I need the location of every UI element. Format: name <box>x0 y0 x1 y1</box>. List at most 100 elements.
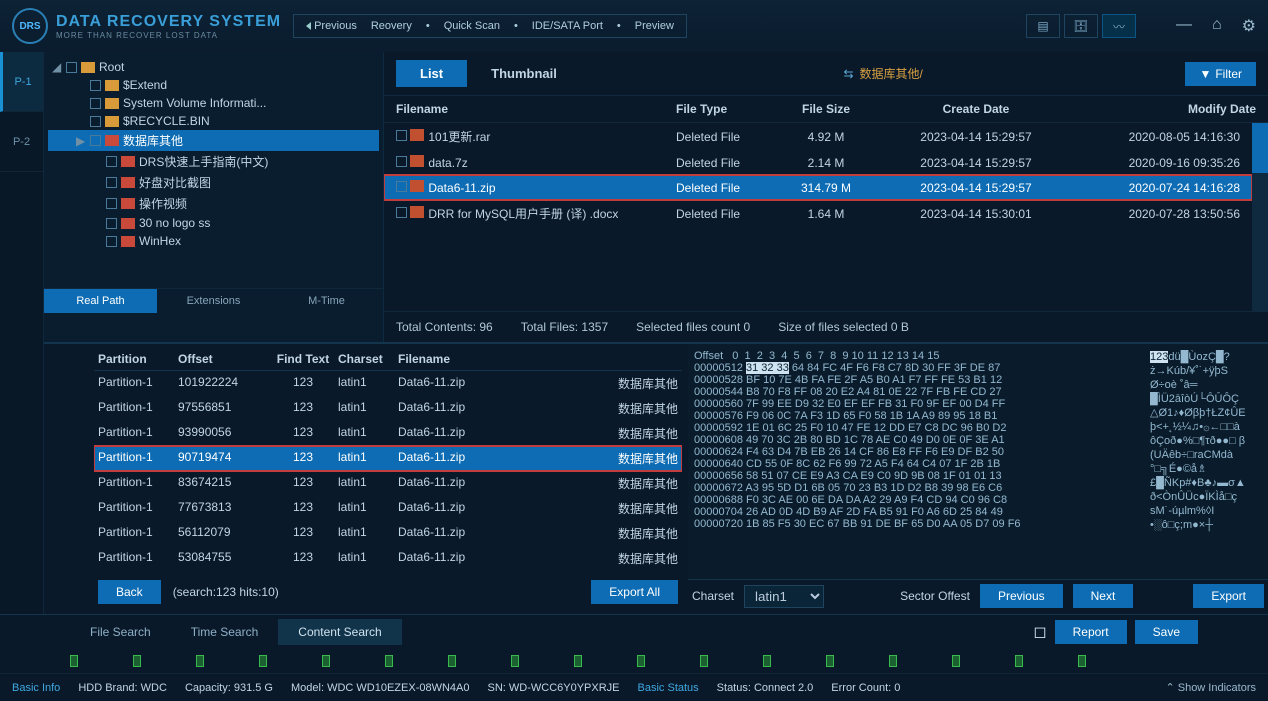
hex-ascii-row: █ÌÜ2āîòÚ└ÔŪÔÇ <box>1150 392 1260 406</box>
hex-ascii-row: ż→Kúb/¥˚˙+ÿþS <box>1150 364 1260 378</box>
view-list-tab[interactable]: List <box>396 60 467 87</box>
hex-ascii-row: 123dü█ÙozÇ█? <box>1150 350 1260 364</box>
filter-button[interactable]: ▼Filter <box>1185 62 1256 86</box>
hex-ascii-row: £█ÑKp#♦B♣♪▬σ▲ <box>1150 476 1260 490</box>
search-row[interactable]: Partition-197556851123latin1Data6-11.zip… <box>94 396 682 421</box>
status-sn: SN: WD-WCC6Y0YPXRJE <box>488 682 620 694</box>
file-row[interactable]: data.7zDeleted File2.14 M2023-04-14 15:2… <box>384 150 1252 175</box>
hex-export-button[interactable]: Export <box>1193 584 1264 608</box>
breadcrumb-icon: ⇆ <box>843 67 853 81</box>
export-all-button[interactable]: Export All <box>591 580 678 604</box>
status-basic-info[interactable]: Basic Info <box>12 682 60 694</box>
search-row[interactable]: Partition-183674215123latin1Data6-11.zip… <box>94 471 682 496</box>
scol-offset[interactable]: Offset <box>178 352 268 366</box>
hex-ascii-row: sM˙-úµlm%◊I <box>1150 504 1260 518</box>
scol-find-text[interactable]: Find Text <box>268 352 338 366</box>
col-filesize[interactable]: File Size <box>776 102 876 116</box>
search-row[interactable]: Partition-190719474123latin1Data6-11.zip… <box>94 446 682 471</box>
file-row[interactable]: 101更新.rarDeleted File4.92 M2023-04-14 15… <box>384 123 1252 150</box>
file-row[interactable]: DRR for MySQL用户手册 (译) .docxDeleted File1… <box>384 200 1252 223</box>
tree-item[interactable]: System Volume Informati... <box>48 94 379 112</box>
charset-label: Charset <box>692 589 734 603</box>
toolbar-card-icon[interactable]: ▤ <box>1026 14 1060 38</box>
tree-tab-extensions[interactable]: Extensions <box>157 289 270 313</box>
tree-tab-mtime[interactable]: M-Time <box>270 289 383 313</box>
logo-badge-icon: DRS <box>12 8 48 44</box>
scol-charset[interactable]: Charset <box>338 352 398 366</box>
status-connect: Status: Connect 2.0 <box>717 682 814 694</box>
tree-item[interactable]: $RECYCLE.BIN <box>48 112 379 130</box>
charset-select[interactable]: latin1 <box>744 585 824 608</box>
stat-selected-count: Selected files count 0 <box>636 320 750 334</box>
save-button[interactable]: Save <box>1135 620 1198 644</box>
search-row[interactable]: Partition-1101922224123latin1Data6-11.zi… <box>94 371 682 396</box>
view-thumb-tab[interactable]: Thumbnail <box>467 60 581 87</box>
search-row[interactable]: Partition-153084755123latin1Data6-11.zip… <box>94 546 682 571</box>
search-row[interactable]: Partition-193990056123latin1Data6-11.zip… <box>94 421 682 446</box>
report-button[interactable]: Report <box>1055 620 1127 644</box>
hex-prev-button[interactable]: Previous <box>980 584 1063 608</box>
col-filetype[interactable]: File Type <box>676 102 776 116</box>
tree-item[interactable]: 30 no logo ss <box>48 214 379 232</box>
indicator-bar <box>0 649 1268 673</box>
side-tab-p2[interactable]: P-2 <box>0 112 43 172</box>
app-title: DATA RECOVERY SYSTEM <box>56 13 281 31</box>
hex-ascii-row: ôÇoð●%□¶τð●●□ β <box>1150 434 1260 448</box>
nav-ide-sata[interactable]: IDE/SATA Port <box>526 18 609 34</box>
back-button[interactable]: Back <box>98 580 161 604</box>
col-modify-date[interactable]: Modify Date <box>1076 102 1256 116</box>
inbox-icon[interactable]: ◻ <box>1033 622 1046 642</box>
nav-preview[interactable]: Preview <box>629 18 680 34</box>
hex-ascii-row: •░ô□ç;m●×┼ <box>1150 518 1260 532</box>
footer-tab-content-search[interactable]: Content Search <box>278 619 401 645</box>
col-create-date[interactable]: Create Date <box>876 102 1076 116</box>
show-indicators[interactable]: ⌃ Show Indicators <box>1165 681 1256 694</box>
status-hdd-brand: HDD Brand: WDC <box>78 682 167 694</box>
scol-filename[interactable]: Filename <box>398 352 538 366</box>
status-basic-status[interactable]: Basic Status <box>638 682 699 694</box>
status-model: Model: WDC WD10EZEX-08WN4A0 <box>291 682 470 694</box>
app-logo: DRS DATA RECOVERY SYSTEM MORE THAN RECOV… <box>12 8 281 44</box>
tree-root[interactable]: ◢Root <box>48 58 379 76</box>
breadcrumb: 数据库其他/ <box>860 67 923 81</box>
nav-recovery[interactable]: Reovery <box>365 18 418 34</box>
tree-item[interactable]: 操作视频 <box>48 193 379 214</box>
col-filename[interactable]: Filename <box>396 102 676 116</box>
file-scrollbar[interactable] <box>1252 123 1268 311</box>
search-row[interactable]: Partition-156112079123latin1Data6-11.zip… <box>94 521 682 546</box>
tree-tab-real-path[interactable]: Real Path <box>44 289 157 313</box>
filter-icon: ▼ <box>1199 67 1211 81</box>
tree-item[interactable]: DRS快速上手指南(中文) <box>48 151 379 172</box>
hex-next-button[interactable]: Next <box>1073 584 1134 608</box>
footer-tab-time-search[interactable]: Time Search <box>171 619 279 645</box>
sector-offset-label: Sector Offest <box>900 589 970 603</box>
hex-viewer: Offset 0 1 2 3 4 5 6 7 8 9 10 11 12 13 1… <box>688 344 1268 579</box>
minimize-button[interactable]: — <box>1176 16 1192 36</box>
nav-previous[interactable]: Previous <box>300 18 363 34</box>
home-button[interactable]: ⌂ <box>1212 16 1222 36</box>
toolbar-wave-icon[interactable]: 〰 <box>1102 14 1136 38</box>
side-tab-p1[interactable]: P-1 <box>0 52 43 112</box>
hex-ascii-row: °□╗É●©å♗ <box>1150 462 1260 476</box>
nav-quick-scan[interactable]: Quick Scan <box>438 18 506 34</box>
hex-ascii-row: Ø÷oè ˚â═ <box>1150 378 1260 392</box>
file-tree: ◢Root $ExtendSystem Volume Informati...$… <box>44 52 383 288</box>
settings-button[interactable]: ⚙ <box>1242 16 1256 36</box>
tree-item[interactable]: ▶数据库其他 <box>48 130 379 151</box>
nav-bar: Previous Reovery• Quick Scan• IDE/SATA P… <box>293 14 687 38</box>
stat-selected-size: Size of files selected 0 B <box>778 320 909 334</box>
tree-item[interactable]: WinHex <box>48 232 379 250</box>
footer-tab-file-search[interactable]: File Search <box>70 619 171 645</box>
toolbar-briefcase-icon[interactable]: 🗄 <box>1064 14 1098 38</box>
chevron-left-icon <box>306 22 311 30</box>
tree-item[interactable]: $Extend <box>48 76 379 94</box>
stat-total-files: Total Files: 1357 <box>521 320 608 334</box>
status-error-count: Error Count: 0 <box>831 682 900 694</box>
hex-ascii-row: þ<+˛½¼♫•۞←□□à <box>1150 420 1260 434</box>
search-info: (search:123 hits:10) <box>173 585 279 599</box>
scol-partition[interactable]: Partition <box>98 352 178 366</box>
tree-item[interactable]: 好盘对比截图 <box>48 172 379 193</box>
search-row[interactable]: Partition-177673813123latin1Data6-11.zip… <box>94 496 682 521</box>
file-row[interactable]: Data6-11.zipDeleted File314.79 M2023-04-… <box>384 175 1252 200</box>
status-capacity: Capacity: 931.5 G <box>185 682 273 694</box>
